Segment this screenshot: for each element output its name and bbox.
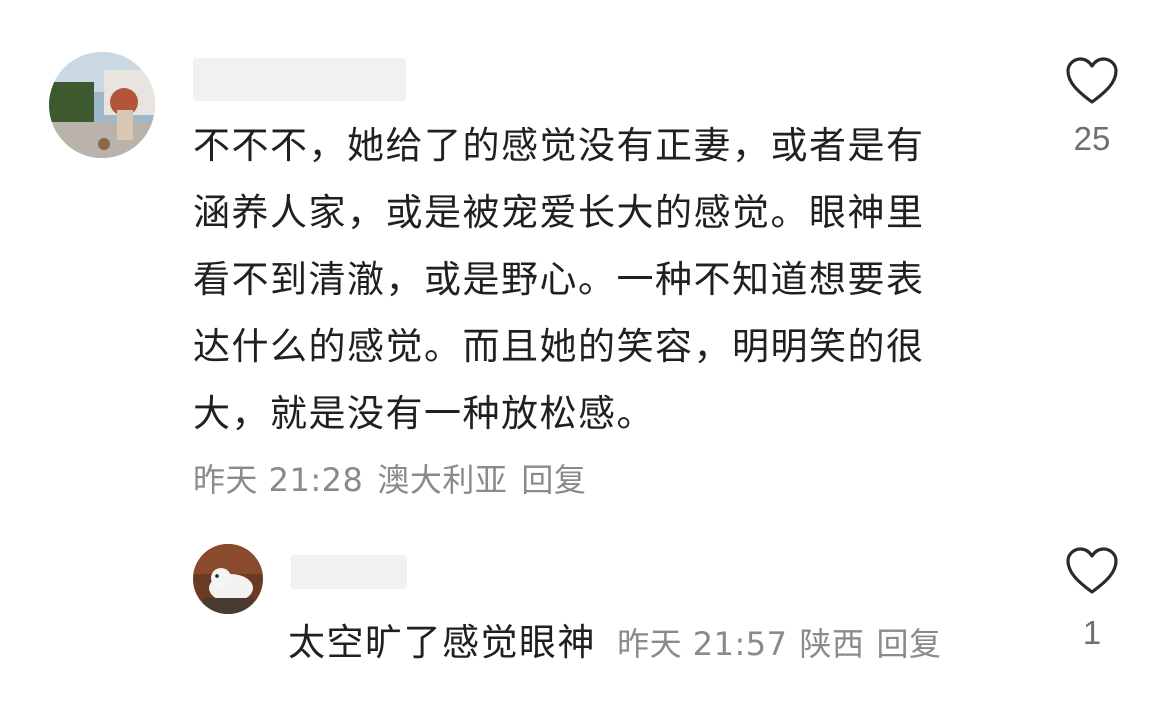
comment-like-button[interactable]: 25 — [1052, 56, 1132, 158]
reply-row: 太空旷了感觉眼神 昨天 21:57 陕西 回复 — [288, 612, 954, 666]
comment-time: 昨天 21:28 — [193, 461, 364, 499]
reply-text: 太空旷了感觉眼神 — [288, 621, 596, 664]
heart-outline-icon — [1066, 57, 1118, 104]
reply-like-button[interactable]: 1 — [1052, 546, 1132, 652]
reply-reply-button[interactable]: 回复 — [877, 625, 942, 663]
replier-avatar[interactable] — [193, 544, 263, 614]
commenter-name[interactable] — [193, 58, 406, 101]
reply-location: 陕西 — [799, 625, 865, 663]
avatar-photo-icon — [49, 52, 155, 158]
comment-like-count: 25 — [1073, 120, 1111, 157]
heart-outline-icon — [1066, 547, 1118, 594]
reply-like-count: 1 — [1082, 614, 1102, 651]
reply-time: 昨天 21:57 — [617, 625, 788, 663]
comment-meta: 昨天 21:28 澳大利亚 回复 — [193, 455, 600, 501]
comment-location: 澳大利亚 — [377, 461, 508, 499]
commenter-avatar[interactable] — [49, 52, 155, 158]
comment-text: 不不不，她给了的感觉没有正妻，或者是有 涵养人家，或是被宠爱长大的感觉。眼神里 … — [193, 124, 925, 435]
replier-name[interactable] — [291, 555, 407, 589]
avatar-photo-icon — [193, 544, 263, 614]
comment-reply-button[interactable]: 回复 — [521, 461, 586, 499]
reply-meta: 昨天 21:57 陕西 回复 — [617, 625, 953, 663]
